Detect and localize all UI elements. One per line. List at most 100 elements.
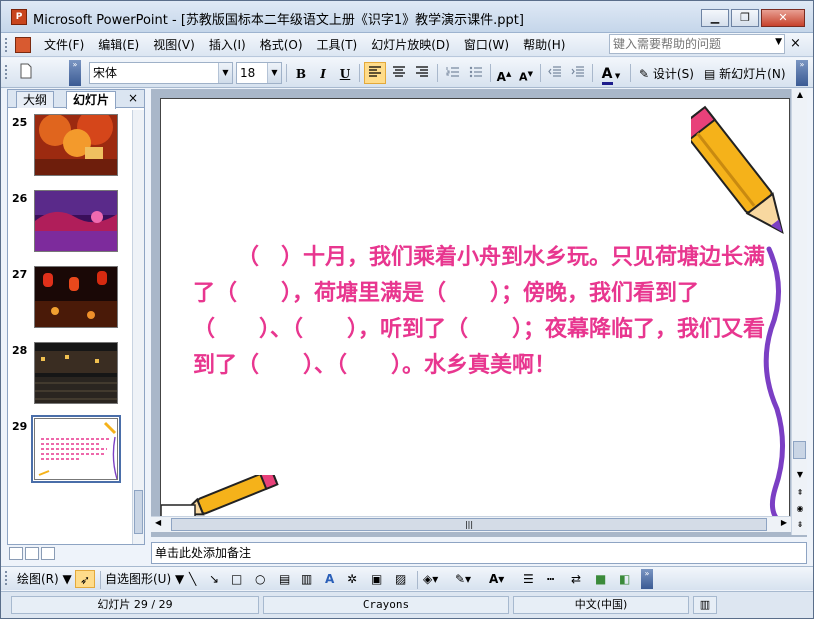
design-button[interactable]: ✎ 设计(S) xyxy=(636,62,698,84)
slide-thumbnail-row[interactable]: 26 xyxy=(8,186,132,262)
font-color-draw-icon[interactable]: A▾ xyxy=(489,570,504,588)
slide-thumbnail-selected[interactable] xyxy=(31,415,121,483)
next-slide-icon[interactable]: ⇟ xyxy=(794,519,806,531)
select-object-icon[interactable]: ◉ xyxy=(794,503,806,515)
underline-button[interactable]: U xyxy=(335,62,355,84)
toolbar-grip[interactable] xyxy=(5,38,8,52)
panel-scrollbar[interactable] xyxy=(132,110,144,544)
menu-help[interactable]: 帮助(H) xyxy=(516,37,572,53)
autoshapes-menu-button[interactable]: 自选图形(U) ▼ xyxy=(105,570,184,588)
menu-file[interactable]: 文件(F) xyxy=(37,37,91,53)
increase-indent-icon[interactable] xyxy=(567,62,589,84)
tab-slides[interactable]: 幻灯片 xyxy=(66,91,117,109)
line-color-icon[interactable]: ✎▾ xyxy=(455,570,471,588)
spellcheck-icon[interactable]: ▥ xyxy=(693,596,717,614)
panel-close-icon[interactable]: × xyxy=(128,91,138,105)
scroll-left-icon[interactable]: ◀ xyxy=(155,518,161,527)
font-size-select[interactable]: 18 ▼ xyxy=(236,62,282,84)
clipart-icon[interactable]: ▣ xyxy=(371,570,382,588)
oval-tool-icon[interactable]: ○ xyxy=(255,570,265,588)
help-search-input[interactable] xyxy=(610,35,770,53)
menu-window[interactable]: 窗口(W) xyxy=(457,37,516,53)
restore-button[interactable]: ❐ xyxy=(731,9,759,27)
menu-slideshow[interactable]: 幻灯片放映(D) xyxy=(364,37,457,53)
menu-edit[interactable]: 编辑(E) xyxy=(91,37,146,53)
decrease-font-size-icon[interactable]: A▼ xyxy=(516,62,536,84)
line-style-icon[interactable]: ☰ xyxy=(523,570,534,588)
menu-view[interactable]: 视图(V) xyxy=(146,37,202,53)
panel-scroll-thumb[interactable] xyxy=(134,490,143,534)
toolbar-overflow-icon[interactable]: » xyxy=(796,60,808,86)
slide-thumbnail-row[interactable]: 29 xyxy=(8,414,132,490)
current-slide[interactable]: （ ）十月，我们乘着小舟到水乡玩。只见荷塘边长满了（ ），荷塘里满是（ ）；傍晚… xyxy=(160,98,790,518)
slide-number: 26 xyxy=(12,192,28,205)
tab-outline[interactable]: 大纲 xyxy=(16,91,55,108)
dash-style-icon[interactable]: ┅ xyxy=(547,570,554,588)
slide-thumbnail-row[interactable]: 28 xyxy=(8,338,132,414)
insert-picture-icon[interactable]: ▨ xyxy=(395,570,406,588)
font-color-icon[interactable]: A ▼ xyxy=(596,62,626,85)
align-right-icon[interactable] xyxy=(411,62,433,84)
toolbar-grip[interactable] xyxy=(5,65,8,79)
slide-body-text[interactable]: （ ）十月，我们乘着小舟到水乡玩。只见荷塘边长满了（ ），荷塘里满是（ ）；傍晚… xyxy=(193,239,783,383)
font-name-select[interactable]: 宋体 ▼ xyxy=(89,62,233,84)
help-close-button[interactable]: × xyxy=(790,36,801,51)
normal-view-icon[interactable] xyxy=(9,547,23,560)
vertical-textbox-icon[interactable]: ▥ xyxy=(301,570,312,588)
arrow-style-icon[interactable]: ⇄ xyxy=(571,570,581,588)
canvas-vertical-scrollbar[interactable]: ▲ ▼ ⇞ ◉ ⇟ xyxy=(791,89,807,535)
numbered-list-icon[interactable] xyxy=(442,62,464,84)
slideshow-view-icon[interactable] xyxy=(41,547,55,560)
scroll-down-icon[interactable]: ▼ xyxy=(794,469,806,481)
chevron-down-icon[interactable]: ▼ xyxy=(775,37,782,47)
wordart-icon[interactable]: A xyxy=(325,570,334,588)
select-pointer-icon[interactable]: ➶ xyxy=(75,570,95,588)
scroll-right-icon[interactable]: ▶ xyxy=(781,518,787,527)
toolbar-overflow-icon[interactable]: » xyxy=(641,569,653,589)
3d-style-icon[interactable]: ◧ xyxy=(619,570,630,588)
new-slide-button[interactable]: ▤ 新幻灯片(N) xyxy=(701,62,789,84)
bullet-list-icon[interactable] xyxy=(465,62,487,84)
window-title: Microsoft PowerPoint - [苏教版国标本二年级语文上册《识字… xyxy=(33,13,524,28)
slide-thumbnail[interactable] xyxy=(34,342,118,404)
scroll-up-icon[interactable]: ▲ xyxy=(794,89,806,101)
slide-thumbnail-row[interactable]: 27 xyxy=(8,262,132,338)
slide-thumbnail[interactable] xyxy=(34,114,118,176)
toolbar-overflow-icon[interactable]: » xyxy=(69,60,81,86)
diagram-icon[interactable]: ✲ xyxy=(347,570,357,588)
slide-thumbnail[interactable] xyxy=(34,190,118,252)
align-left-icon[interactable] xyxy=(364,62,386,84)
document-icon[interactable] xyxy=(15,37,31,53)
align-center-icon[interactable] xyxy=(388,62,410,84)
powerpoint-app-icon[interactable]: P xyxy=(11,9,27,25)
menu-tools[interactable]: 工具(T) xyxy=(310,37,365,53)
increase-font-size-icon[interactable]: A▲ xyxy=(494,62,514,84)
powerpoint-window: P Microsoft PowerPoint - [苏教版国标本二年级语文上册《… xyxy=(0,0,814,619)
textbox-tool-icon[interactable]: ▤ xyxy=(279,570,290,588)
arrow-tool-icon[interactable]: ↘ xyxy=(209,570,219,588)
menu-insert[interactable]: 插入(I) xyxy=(202,37,253,53)
fill-color-icon[interactable]: ◈▾ xyxy=(423,570,438,588)
minimize-button[interactable]: ▁ xyxy=(701,9,729,27)
new-document-icon[interactable] xyxy=(15,62,37,84)
bold-button[interactable]: B xyxy=(291,62,311,84)
slide-thumbnail-row[interactable]: 25 xyxy=(8,110,132,186)
line-tool-icon[interactable]: ╲ xyxy=(189,570,196,588)
canvas-scroll-thumb[interactable] xyxy=(793,441,806,459)
slide-sorter-view-icon[interactable] xyxy=(25,547,39,560)
decrease-indent-icon[interactable] xyxy=(544,62,566,84)
canvas-hscroll-thumb[interactable]: ||| xyxy=(171,518,767,531)
close-button[interactable]: ✕ xyxy=(761,9,805,27)
previous-slide-icon[interactable]: ⇞ xyxy=(794,487,806,499)
rectangle-tool-icon[interactable]: □ xyxy=(231,570,242,588)
toolbar-grip[interactable] xyxy=(5,571,8,585)
menu-format[interactable]: 格式(O) xyxy=(253,37,310,53)
chevron-down-icon[interactable]: ▼ xyxy=(267,63,281,83)
italic-button[interactable]: I xyxy=(313,62,333,84)
chevron-down-icon[interactable]: ▼ xyxy=(218,63,232,83)
draw-menu-button[interactable]: 绘图(R) ▼ xyxy=(17,570,72,588)
notes-pane[interactable]: 单击此处添加备注 xyxy=(151,542,807,564)
slide-thumbnail[interactable] xyxy=(34,266,118,328)
shadow-style-icon[interactable]: ■ xyxy=(595,570,606,588)
canvas-horizontal-scrollbar[interactable]: ◀ ||| ▶ xyxy=(151,516,791,532)
